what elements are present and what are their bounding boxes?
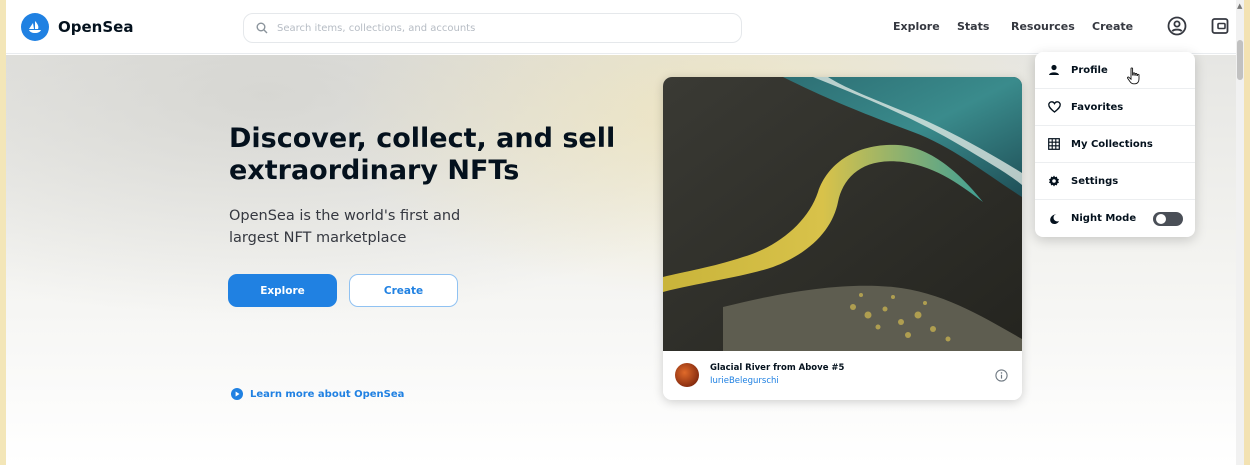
creator-avatar[interactable] xyxy=(675,363,699,387)
menu-item-profile[interactable]: Profile xyxy=(1035,52,1195,89)
menu-label-settings: Settings xyxy=(1071,175,1119,187)
gear-icon xyxy=(1047,174,1061,188)
moon-icon xyxy=(1047,212,1061,226)
featured-nft-creator[interactable]: IurieBelegurschi xyxy=(710,376,779,386)
profile-circle-icon[interactable] xyxy=(1166,15,1188,37)
search-bar[interactable] xyxy=(243,13,742,43)
nav-stats[interactable]: Stats xyxy=(957,20,989,33)
hero-subtitle: OpenSea is the world's first and largest… xyxy=(229,208,461,246)
nav-explore[interactable]: Explore xyxy=(893,20,940,33)
explore-button[interactable]: Explore xyxy=(228,274,337,307)
page-scrollbar[interactable]: ▲ xyxy=(1236,0,1244,465)
heart-icon xyxy=(1047,100,1061,114)
opensea-logo-icon xyxy=(21,13,49,41)
featured-nft-footer: Glacial River from Above #5 IurieBelegur… xyxy=(663,351,1022,400)
menu-item-night-mode[interactable]: Night Mode xyxy=(1035,200,1195,237)
brand-name: OpenSea xyxy=(58,18,134,36)
nav-resources[interactable]: Resources xyxy=(1011,20,1075,33)
create-button[interactable]: Create xyxy=(349,274,458,307)
learn-more-link[interactable]: Learn more about OpenSea xyxy=(231,388,404,400)
menu-item-favorites[interactable]: Favorites xyxy=(1035,89,1195,126)
nav-create[interactable]: Create xyxy=(1092,20,1133,33)
night-mode-toggle[interactable] xyxy=(1153,212,1183,226)
menu-label-my-collections: My Collections xyxy=(1071,138,1153,150)
menu-item-my-collections[interactable]: My Collections xyxy=(1035,126,1195,163)
menu-item-settings[interactable]: Settings xyxy=(1035,163,1195,200)
scroll-up-arrow-icon[interactable]: ▲ xyxy=(1237,2,1242,10)
menu-label-favorites: Favorites xyxy=(1071,101,1124,113)
top-navbar: OpenSea Explore Stats Resources Create xyxy=(6,0,1242,54)
hero-title: Discover, collect, and sell extraordinar… xyxy=(229,123,616,186)
menu-label-night-mode: Night Mode xyxy=(1071,213,1137,224)
hand-cursor-icon xyxy=(1127,67,1140,85)
search-input[interactable] xyxy=(277,22,717,34)
wallet-icon[interactable] xyxy=(1209,15,1231,37)
scroll-thumb[interactable] xyxy=(1237,40,1243,80)
featured-nft-image[interactable] xyxy=(663,77,1022,351)
browser-page: OpenSea Explore Stats Resources Create D… xyxy=(6,0,1242,465)
search-icon xyxy=(256,22,268,34)
featured-nft-card[interactable]: Glacial River from Above #5 IurieBelegur… xyxy=(663,77,1022,400)
grid-icon xyxy=(1047,137,1061,151)
toggle-knob xyxy=(1156,214,1166,224)
brand-logo[interactable]: OpenSea xyxy=(21,13,133,41)
play-circle-icon xyxy=(231,388,243,400)
person-icon xyxy=(1047,63,1061,77)
menu-label-profile: Profile xyxy=(1071,64,1108,76)
info-icon[interactable] xyxy=(995,369,1008,382)
profile-dropdown-menu: Profile Favorites My Collections Setting… xyxy=(1035,52,1195,237)
featured-nft-name[interactable]: Glacial River from Above #5 xyxy=(710,363,844,373)
learn-more-label: Learn more about OpenSea xyxy=(250,388,405,400)
